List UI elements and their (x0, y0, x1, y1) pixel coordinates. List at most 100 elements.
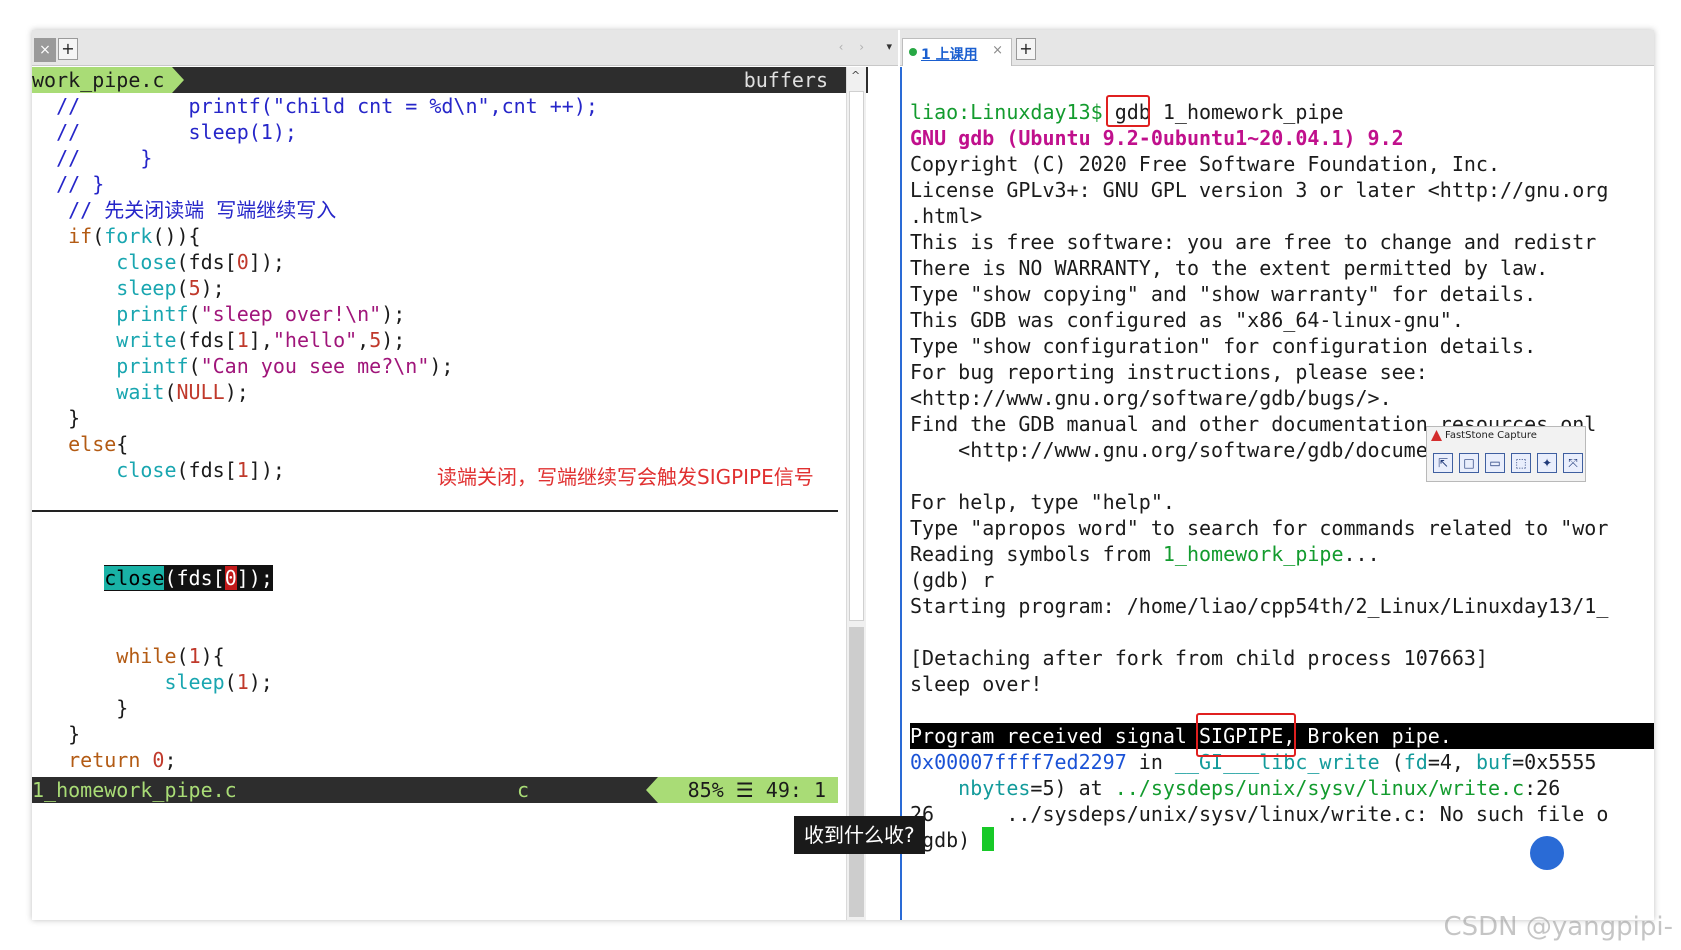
status-cursor-position: 49: 1 (765, 778, 826, 802)
code-line: if(fork()){ (32, 223, 868, 249)
code-token: 1 (236, 670, 249, 694)
code-token: wait (116, 380, 165, 404)
connection-status-icon (909, 48, 917, 56)
code-token: return (68, 748, 141, 772)
code-line: } (32, 405, 868, 431)
terminal-cursor (982, 827, 995, 851)
capture-tool-button[interactable]: ✦ (1537, 453, 1557, 473)
code-token: printf (116, 302, 189, 326)
terminal-tab[interactable]: 1 上课用 × (902, 38, 1012, 66)
close-tab-icon[interactable]: × (34, 38, 56, 62)
gdb-terminal[interactable]: liao:Linuxday13$ gdb 1_homework_pipe GNU … (900, 67, 1654, 920)
terminal-text: 0x00007ffff7ed2297 (910, 750, 1127, 774)
code-line: return 0; (32, 747, 868, 773)
code-line: // printf("child cnt = %d\n",cnt ++); (32, 93, 868, 119)
code-token: ); (429, 354, 454, 378)
vim-statusline: 1_homework_pipe.c c 85% ☰ 49: 1 (32, 777, 838, 803)
code-token: ); (224, 380, 249, 404)
code-line: write(fds[1],"hello",5); (32, 327, 868, 353)
red-annotation: 读端关闭，写端继续写会触发SIGPIPE信号 (437, 465, 814, 489)
code-line: while(1){ (32, 643, 868, 669)
scrollbar-thumb[interactable] (849, 91, 864, 621)
highlighted-tail: ]); (236, 566, 273, 590)
scrollbar-track[interactable] (849, 627, 864, 917)
status-filename: 1_homework_pipe.c (32, 778, 237, 802)
terminal-text: 1_homework_pipe (1162, 542, 1344, 566)
terminal-text: Type "apropos word" to search for comman… (910, 516, 1609, 540)
code-line: close(fds[0]); (32, 249, 868, 275)
terminal-line: Type "show configuration" for configurat… (910, 333, 1536, 359)
floating-assistant-icon[interactable] (1530, 836, 1564, 870)
capture-tool-button[interactable]: ⬚ (1511, 453, 1531, 473)
terminal-line: nbytes=5) at ../sysdeps/unix/sysv/linux/… (910, 775, 1560, 801)
code-line: printf("sleep over!\n"); (32, 301, 868, 327)
code-token: ); (381, 302, 406, 326)
terminal-line: Starting program: /home/liao/cpp54th/2_L… (910, 593, 1608, 619)
terminal-text: =4, (1427, 750, 1476, 774)
terminal-text: (gdb) r (910, 568, 995, 592)
close-tab-icon[interactable]: × (992, 43, 1003, 58)
code-line: } (32, 695, 868, 721)
sigpipe-highlight-box (1196, 713, 1296, 757)
code-token: ; (164, 748, 177, 772)
status-position-block: 85% ☰ 49: 1 (645, 777, 838, 803)
tab-scroll-arrows-icon[interactable]: ‹ › (839, 40, 870, 54)
code-line: wait(NULL); (32, 379, 868, 405)
faststone-capture-toolbar[interactable]: FastStone Capture ⇱ □ ▭ ⬚ ✦ ⤧ (1426, 426, 1586, 482)
terminal-line: .html> (910, 203, 982, 229)
terminal-text: buf (1475, 750, 1513, 774)
capture-tool-button[interactable]: □ (1459, 453, 1479, 473)
tab-list-dropdown-icon[interactable]: ▾ (886, 40, 892, 53)
terminal-text: License GPLv3+: GNU GPL version 3 or lat… (910, 178, 1609, 202)
code-token: } (32, 406, 81, 430)
code-token: if (68, 224, 93, 248)
code-token: // } (32, 172, 105, 196)
highlighted-function: close (104, 566, 165, 590)
vim-editor[interactable]: work_pipe.c buffers // printf("child cnt… (32, 67, 868, 920)
terminal-line: Copyright (C) 2020 Free Software Foundat… (910, 151, 1500, 177)
code-token: ); (381, 328, 406, 352)
highlighted-args: (fds[ (164, 566, 225, 590)
code-token: "sleep over!\n" (200, 302, 382, 326)
code-line: else{ (32, 431, 868, 457)
code-token: close (116, 250, 177, 274)
new-tab-button[interactable]: + (58, 38, 78, 60)
terminal-text: ../sysdeps/unix/sysv/linux/write.c (1114, 776, 1525, 800)
code-line: // sleep(1); (32, 119, 868, 145)
code-token: ]); (248, 458, 285, 482)
capture-tool-button[interactable]: ⇱ (1433, 453, 1453, 473)
capture-tool-button[interactable]: ▭ (1485, 453, 1505, 473)
terminal-text: ... (1343, 542, 1380, 566)
scroll-up-icon[interactable]: ^ (851, 69, 860, 82)
cursor-line: close(fds[0]); (32, 565, 868, 591)
code-token: ]); (248, 250, 285, 274)
vim-tabline: work_pipe.c buffers (32, 67, 868, 93)
code-line: // } (32, 171, 868, 197)
terminal-text: nbytes (958, 776, 1031, 800)
code-token: , (357, 328, 370, 352)
code-token: // printf("child cnt = %d\n",cnt ++); (32, 94, 598, 118)
vim-buffer-tab[interactable]: work_pipe.c (32, 67, 185, 93)
highlighted-statement: close(fds[0]); (104, 565, 273, 591)
code-token: // } (32, 146, 153, 170)
cursor-char: 0 (224, 566, 237, 590)
code-upper-window[interactable]: // printf("child cnt = %d\n",cnt ++); //… (32, 93, 868, 483)
code-token: } (32, 696, 129, 720)
new-tab-button[interactable]: + (1016, 38, 1036, 60)
faststone-title: FastStone Capture (1445, 430, 1537, 441)
editor-scrollbar[interactable]: ^ (846, 67, 866, 920)
code-token: 0 (236, 250, 249, 274)
terminal-line: [Detaching after fork from child process… (910, 645, 1488, 671)
capture-tool-button[interactable]: ⤧ (1563, 453, 1583, 473)
code-token: 1 (188, 644, 201, 668)
terminal-text: 1_homework_pipe (1150, 100, 1344, 124)
